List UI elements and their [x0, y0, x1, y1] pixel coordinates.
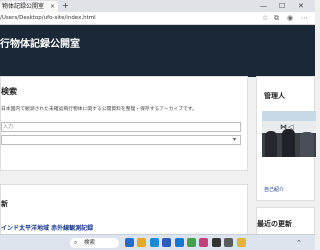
photo-person	[265, 131, 277, 157]
search-input[interactable]: 入力	[1, 122, 241, 132]
update-link[interactable]: インド太平洋地域 赤外線観測記録	[1, 223, 93, 232]
folder-icon[interactable]	[236, 238, 246, 247]
file-explorer-icon[interactable]	[137, 238, 147, 247]
admin-panel: 管理人 ⋈◁ 自己紹介	[256, 76, 316, 201]
address-bar[interactable]: /Users/Desktop/ufo-site/index.html ☆ ⧉ ◉…	[0, 12, 315, 25]
photo-person	[300, 132, 314, 157]
site-description: 日本国内で観測された未確認飛行物体に関する公開資料を整理・保存するアーカイブです…	[1, 107, 197, 112]
updates-heading: 新	[1, 200, 8, 208]
new-tab-button[interactable]: +	[62, 1, 69, 11]
edge-icon[interactable]	[149, 238, 159, 247]
extensions-icon[interactable]: ⧉	[274, 13, 279, 24]
settings-icon[interactable]	[224, 238, 234, 247]
taskbar: ⌕ 検索 ⌃	[0, 234, 315, 250]
recent-updates-heading: 最近の更新	[257, 220, 292, 228]
tab-active[interactable]: 物体記録公開室 ×	[0, 1, 58, 12]
chrome-icon[interactable]	[187, 238, 196, 247]
category-select[interactable]: ▾	[1, 135, 241, 145]
chevron-up-icon[interactable]: ⌃	[296, 238, 302, 248]
profile-icon[interactable]: ◉	[287, 13, 293, 24]
photos-icon[interactable]	[199, 238, 209, 247]
browser-tab-strip: 物体記録公開室 × + — ☐ ✕	[0, 0, 315, 12]
windows-icon[interactable]	[125, 238, 134, 247]
tab-close-icon[interactable]: ×	[50, 1, 55, 12]
star-icon[interactable]: ☆	[262, 13, 268, 24]
site-header: 行物体記録公開室	[0, 25, 315, 77]
taskbar-search-label: 検索	[84, 240, 96, 246]
mail-icon[interactable]	[174, 238, 184, 247]
taskbar-search[interactable]: ⌕ 検索	[70, 238, 119, 248]
store-icon[interactable]	[162, 238, 172, 247]
tab-title: 物体記録公開室	[2, 3, 45, 10]
terminal-icon[interactable]	[211, 238, 221, 247]
minimize-button[interactable]: —	[260, 0, 267, 12]
admin-photo: ⋈◁	[262, 111, 316, 157]
chevron-down-icon: ▾	[232, 136, 236, 143]
admin-heading: 管理人	[264, 92, 285, 100]
url-text[interactable]: /Users/Desktop/ufo-site/index.html	[0, 12, 96, 25]
close-window-button[interactable]: ✕	[298, 0, 304, 12]
profile-link[interactable]: 自己紹介	[264, 186, 284, 193]
search-heading: 検索	[1, 87, 17, 96]
site-title[interactable]: 行物体記録公開室	[0, 35, 80, 50]
menu-icon[interactable]: ⋯	[301, 13, 308, 24]
maximize-button[interactable]: ☐	[279, 0, 285, 12]
search-icon: ⌕	[74, 239, 78, 246]
photo-person	[282, 129, 295, 157]
search-panel: 検索 日本国内で観測された未確認飛行物体に関する公開資料を整理・保存するアーカイ…	[0, 76, 248, 171]
